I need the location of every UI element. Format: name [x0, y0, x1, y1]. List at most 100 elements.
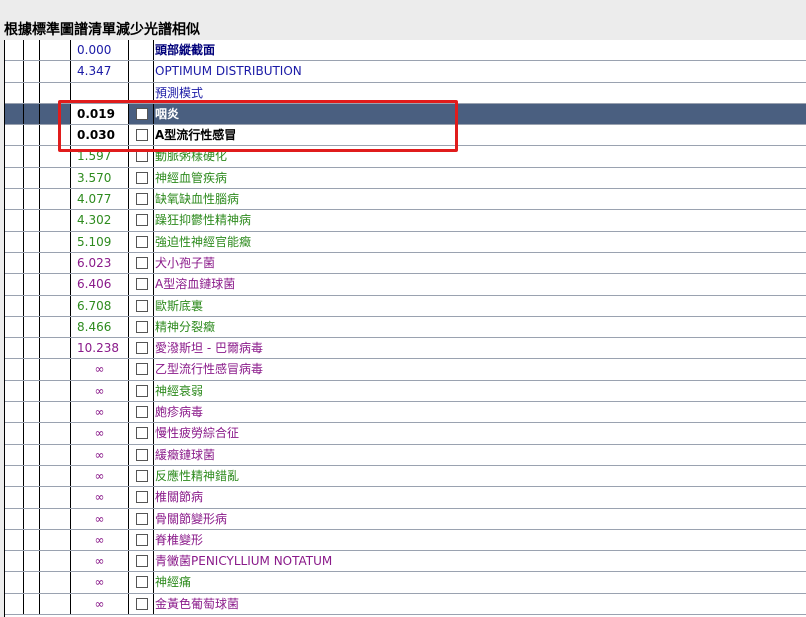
- row-cell: [5, 423, 24, 444]
- row-checkbox[interactable]: [136, 512, 148, 525]
- table-row[interactable]: 0.030 A型流行性感冒: [5, 125, 806, 147]
- row-checkbox[interactable]: [136, 193, 148, 206]
- row-name: 反應性精神錯亂: [153, 465, 806, 487]
- row-cell: [40, 380, 71, 402]
- row-cell: [5, 465, 24, 487]
- table-row[interactable]: ∞ 脊椎變形: [5, 529, 806, 552]
- table-row[interactable]: ∞ 反應性精神錯亂: [5, 465, 806, 488]
- row-cell: [24, 82, 40, 103]
- row-checkbox[interactable]: [136, 320, 148, 333]
- row-cell: [5, 338, 24, 359]
- row-name: A型流行性感冒: [153, 125, 806, 146]
- table-row[interactable]: ∞ 神經衰弱: [5, 380, 806, 403]
- row-cell: [24, 551, 40, 572]
- table-row[interactable]: 10.238 愛潑斯坦 - 巴爾病毒: [5, 338, 806, 360]
- row-checkbox[interactable]: [136, 597, 148, 610]
- row-value: [71, 82, 129, 103]
- row-cell: [40, 402, 71, 423]
- row-value: 4.347: [71, 61, 129, 82]
- row-checkbox[interactable]: [136, 491, 148, 504]
- row-checkbox[interactable]: [136, 363, 148, 376]
- row-checkbox[interactable]: [136, 576, 148, 589]
- row-checkbox[interactable]: [136, 256, 148, 269]
- row-checkbox[interactable]: [136, 278, 148, 291]
- table-row[interactable]: ∞ 緩癥鏈球菌: [5, 444, 806, 466]
- row-checkbox[interactable]: [136, 129, 148, 142]
- table-row[interactable]: ∞ 椎關節病: [5, 487, 806, 509]
- table-row[interactable]: 預測模式: [5, 82, 806, 104]
- row-cell: [5, 167, 24, 189]
- row-name: 咽炎: [153, 103, 806, 125]
- row-cell: [24, 402, 40, 423]
- table-row[interactable]: ∞ 骨關節變形病: [5, 508, 806, 530]
- row-checkbox[interactable]: [136, 107, 148, 120]
- row-name: 精神分裂癥: [153, 316, 806, 338]
- table-row[interactable]: 6.708 歐斯底裏: [5, 295, 806, 317]
- row-cell: [40, 146, 71, 167]
- table-row[interactable]: 4.077 缺氧缺血性腦病: [5, 189, 806, 211]
- row-checkbox[interactable]: [136, 214, 148, 227]
- table-row[interactable]: 0.019 咽炎: [5, 103, 806, 126]
- row-name: 神經血管疾病: [153, 167, 806, 189]
- row-cell: [40, 189, 71, 210]
- row-name: 脊椎變形: [153, 529, 806, 551]
- row-checkbox[interactable]: [136, 406, 148, 419]
- row-checkbox[interactable]: [136, 427, 148, 440]
- table-row[interactable]: 5.109 強迫性神經官能癥: [5, 231, 806, 253]
- table-row[interactable]: 1.597 動脈粥樣硬化: [5, 146, 806, 168]
- row-value: ∞: [71, 359, 129, 380]
- row-checkbox[interactable]: [136, 448, 148, 461]
- table-row[interactable]: ∞ 慢性疲勞綜合征: [5, 423, 806, 445]
- table-row[interactable]: 8.466 精神分裂癥: [5, 316, 806, 339]
- row-cell: [24, 103, 40, 125]
- table-row[interactable]: ∞ 乙型流行性感冒病毒: [5, 359, 806, 381]
- row-checkbox[interactable]: [136, 384, 148, 397]
- row-cell: [5, 103, 24, 125]
- row-cell: [40, 359, 71, 380]
- table-row[interactable]: ∞ 神經痛: [5, 572, 806, 594]
- row-value: 4.302: [71, 210, 129, 231]
- table-row[interactable]: 6.023 犬小孢子菌: [5, 252, 806, 275]
- row-value: ∞: [71, 572, 129, 593]
- row-value: ∞: [71, 444, 129, 465]
- row-checkbox[interactable]: [136, 150, 148, 163]
- table-row[interactable]: ∞ 青黴菌PENICYLLIUM NOTATUM: [5, 551, 806, 573]
- row-value: ∞: [71, 423, 129, 444]
- row-checkbox[interactable]: [136, 555, 148, 568]
- table-row[interactable]: ∞ 皰疹病毒: [5, 402, 806, 424]
- row-value: ∞: [71, 551, 129, 572]
- row-cell: [5, 231, 24, 252]
- table-row[interactable]: 0.000 頭部縱截面: [5, 40, 806, 62]
- row-cell: [24, 210, 40, 231]
- table-row[interactable]: 4.302 躁狂抑鬱性精神病: [5, 210, 806, 232]
- table-row[interactable]: 4.347 OPTIMUM DISTRIBUTION: [5, 61, 806, 83]
- row-checkbox[interactable]: [136, 235, 148, 248]
- row-name: 椎關節病: [153, 487, 806, 508]
- row-cell: [40, 167, 71, 189]
- row-cell: [40, 231, 71, 252]
- row-checkbox[interactable]: [136, 469, 148, 482]
- row-name: 乙型流行性感冒病毒: [153, 359, 806, 380]
- row-cell: [5, 572, 24, 593]
- row-cell: [40, 551, 71, 572]
- row-checkbox[interactable]: [136, 533, 148, 546]
- table-row[interactable]: 3.570 神經血管疾病: [5, 167, 806, 190]
- row-value: ∞: [71, 508, 129, 529]
- table-row[interactable]: 6.406 A型溶血鏈球菌: [5, 274, 806, 296]
- table-row[interactable]: ∞ 金黃色葡萄球菌: [5, 593, 806, 616]
- row-cell: [40, 210, 71, 231]
- row-cell: [5, 252, 24, 274]
- row-checkbox[interactable]: [136, 342, 148, 355]
- row-name: 緩癥鏈球菌: [153, 444, 806, 465]
- row-cell: [40, 316, 71, 338]
- row-cell: [40, 82, 71, 103]
- row-checkbox[interactable]: [136, 299, 148, 312]
- row-cell: [40, 338, 71, 359]
- results-grid[interactable]: 0.000 頭部縱截面 4.347 OPTIMUM DISTRIBUTION 預測模式 0…: [4, 40, 806, 617]
- row-cell: [40, 593, 71, 615]
- row-checkbox[interactable]: [136, 171, 148, 184]
- row-cell: [5, 359, 24, 380]
- row-cell: [40, 61, 71, 82]
- row-cell: [40, 508, 71, 529]
- row-name: 頭部縱截面: [153, 40, 806, 61]
